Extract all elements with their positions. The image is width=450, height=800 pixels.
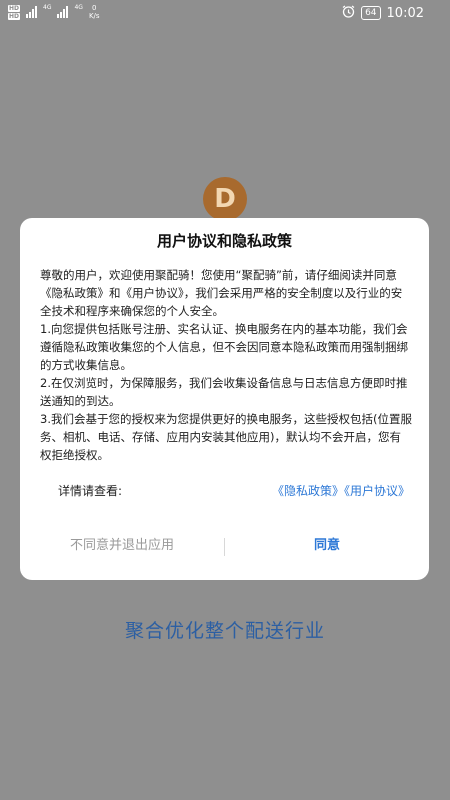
user-agreement-link[interactable]: 《用户协议》 <box>344 484 410 498</box>
dialog-paragraph-intro: 尊敬的用户，欢迎使用聚配骑！您使用“聚配骑”前，请仔细阅读并同意《隐私政策》和《… <box>40 268 403 318</box>
detail-row: 详情请查看: 《隐私政策》《用户协议》 <box>40 480 410 500</box>
alarm-icon <box>342 5 355 21</box>
sim2-hd-badge: HD <box>8 12 21 20</box>
status-bar: HD HD 4G 4G 0 K/s 64 10:02 <box>0 0 450 28</box>
clock: 10:02 <box>386 5 424 21</box>
sim1-hd-badge: HD <box>8 4 21 12</box>
status-left: HD HD 4G 4G 0 K/s <box>8 4 100 20</box>
disagree-exit-button[interactable]: 不同意并退出应用 <box>20 524 224 568</box>
status-right: 64 10:02 <box>342 5 424 21</box>
speed-value: 0 <box>92 4 97 12</box>
network-speed: 0 K/s <box>89 4 100 20</box>
privacy-policy-link[interactable]: 《隐私政策》 <box>272 484 344 498</box>
splash-slogan: 聚合优化整个配送行业 <box>124 620 325 642</box>
dialog-title: 用户协议和隐私政策 <box>156 232 292 250</box>
signal1-icon <box>26 6 38 18</box>
dialog-paragraph-3: 3.我们会基于您的授权来为您提供更好的换电服务，这些授权包括(位置服务、相机、电… <box>40 412 412 462</box>
dialog-buttons: 不同意并退出应用 同意 <box>20 524 429 568</box>
speed-unit: K/s <box>88 12 100 20</box>
network1-type: 4G <box>43 4 52 11</box>
network2-type: 4G <box>74 4 83 11</box>
dialog-body: 尊敬的用户，欢迎使用聚配骑！您使用“聚配骑”前，请仔细阅读并同意《隐私政策》和《… <box>40 266 412 464</box>
sim-indicators: HD HD <box>8 4 21 20</box>
detail-label: 详情请查看: <box>58 484 123 498</box>
dialog-paragraph-2: 2.在仅浏览时，为保障服务，我们会收集设备信息与日志信息方便即时推送通知的到达。 <box>40 376 408 408</box>
dialog-paragraph-1: 1.向您提供包括账号注册、实名认证、换电服务在内的基本功能，我们会遵循隐私政策收… <box>40 322 408 372</box>
detail-links: 《隐私政策》《用户协议》 <box>272 482 410 499</box>
logo-letter: D <box>214 184 236 214</box>
battery-icon: 64 <box>361 6 381 20</box>
signal2-icon <box>57 6 69 18</box>
agree-button[interactable]: 同意 <box>225 524 429 568</box>
app-logo: D <box>203 177 247 221</box>
privacy-dialog: 用户协议和隐私政策 尊敬的用户，欢迎使用聚配骑！您使用“聚配骑”前，请仔细阅读并… <box>20 218 429 580</box>
